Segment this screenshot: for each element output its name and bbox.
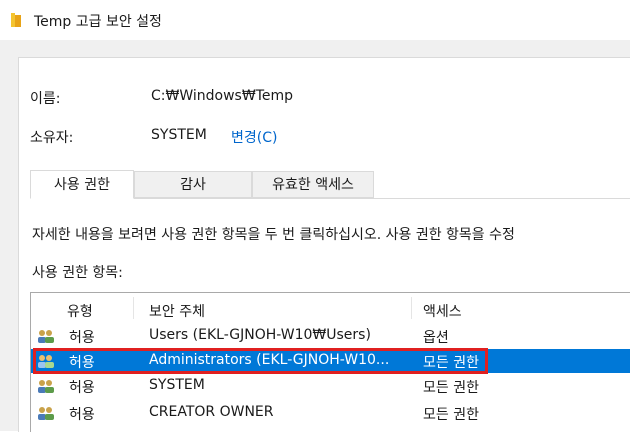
- tab-auditing[interactable]: 감사: [134, 171, 252, 198]
- change-owner-link[interactable]: 변경(C): [231, 127, 277, 147]
- owner-value: SYSTEM: [151, 127, 207, 143]
- instruction-text: 자세한 내용을 보려면 사용 권한 항목을 두 번 클릭하십시오. 사용 권한 …: [32, 227, 515, 243]
- tab-permissions[interactable]: 사용 권한: [30, 170, 134, 199]
- column-divider: [411, 297, 412, 319]
- folder-icon: [11, 13, 21, 27]
- tab-effective-access[interactable]: 유효한 액세스: [252, 171, 374, 198]
- name-label: 이름:: [30, 91, 61, 107]
- row-type: 허용: [69, 380, 95, 396]
- column-header-type[interactable]: 유형: [67, 301, 93, 321]
- row-type: 허용: [69, 407, 95, 423]
- name-value: C:₩Windows₩Temp: [151, 88, 293, 104]
- owner-label: 소유자:: [30, 130, 74, 146]
- row-access: 모든 권한: [423, 380, 479, 396]
- table-row[interactable]: 허용 SYSTEM 모든 권한: [31, 374, 630, 398]
- column-divider: [133, 297, 134, 319]
- row-principal: Users (EKL-GJNOH-W10₩Users): [149, 327, 371, 343]
- table-row[interactable]: 허용 Users (EKL-GJNOH-W10₩Users) 옵션: [31, 324, 630, 348]
- row-access: 모든 권한: [423, 407, 479, 423]
- window-title: Temp 고급 보안 설정: [34, 14, 162, 30]
- user-group-icon: [38, 407, 54, 420]
- row-access: 옵션: [423, 330, 449, 346]
- user-group-icon: [38, 330, 54, 343]
- row-principal: CREATOR OWNER: [149, 404, 274, 420]
- column-header-access[interactable]: 액세스: [423, 301, 462, 321]
- user-group-icon: [38, 380, 54, 393]
- column-header-principal[interactable]: 보안 주체: [149, 301, 205, 321]
- selection-highlight-box: [33, 348, 488, 374]
- entries-label: 사용 권한 항목:: [32, 265, 123, 281]
- table-row[interactable]: 허용 CREATOR OWNER 모든 권한: [31, 401, 630, 425]
- row-principal: SYSTEM: [149, 377, 205, 393]
- row-type: 허용: [69, 330, 95, 346]
- title-bar: Temp 고급 보안 설정: [0, 0, 630, 40]
